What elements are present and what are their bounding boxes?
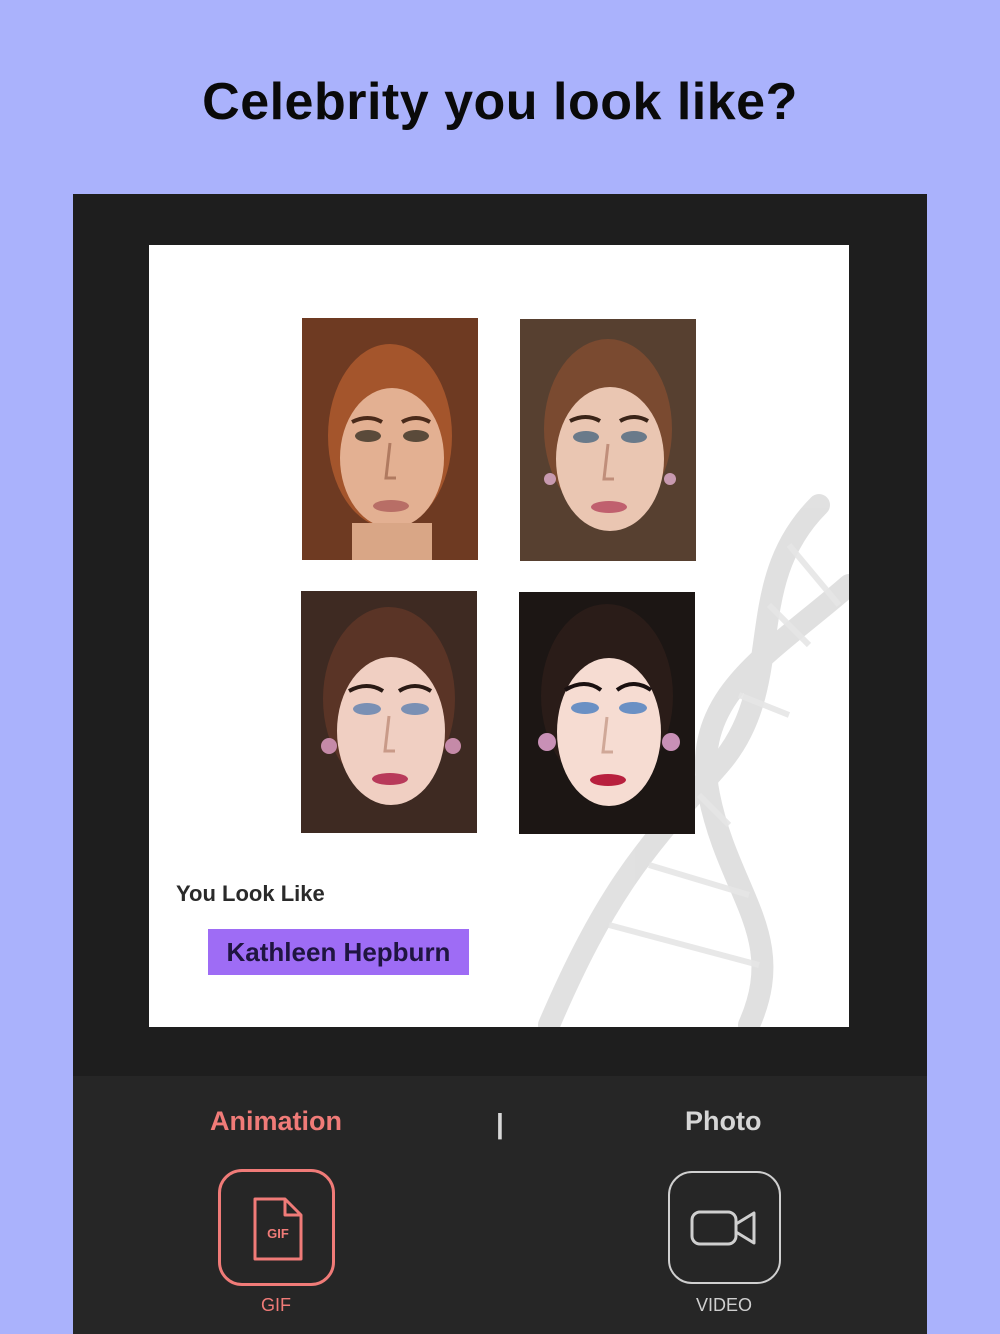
video-label: VIDEO: [695, 1295, 752, 1315]
morph-step-1: [520, 319, 696, 561]
celebrity-photo: [519, 592, 695, 834]
export-panel: Animation | Photo GIF GIF VIDEO: [73, 1076, 927, 1334]
gif-button[interactable]: GIF: [218, 1169, 335, 1286]
result-label: You Look Like: [176, 881, 325, 906]
gif-icon-text: GIF: [267, 1226, 289, 1241]
result-card: You Look Like Kathleen Hepburn: [149, 245, 849, 1027]
headline: Celebrity you look like?: [202, 73, 798, 131]
celebrity-name-badge: Kathleen Hepburn: [208, 929, 469, 975]
gif-label: GIF: [261, 1295, 291, 1315]
tab-separator: |: [496, 1108, 504, 1139]
video-button[interactable]: [668, 1171, 781, 1284]
video-camera-icon: [690, 1210, 756, 1246]
tab-photo[interactable]: Photo: [685, 1106, 761, 1137]
morph-step-2: [301, 591, 477, 833]
app-screen: You Look Like Kathleen Hepburn Animation…: [73, 194, 927, 1334]
tab-animation[interactable]: Animation: [210, 1106, 342, 1137]
user-photo: [302, 318, 478, 560]
gif-file-icon: GIF: [253, 1197, 303, 1261]
